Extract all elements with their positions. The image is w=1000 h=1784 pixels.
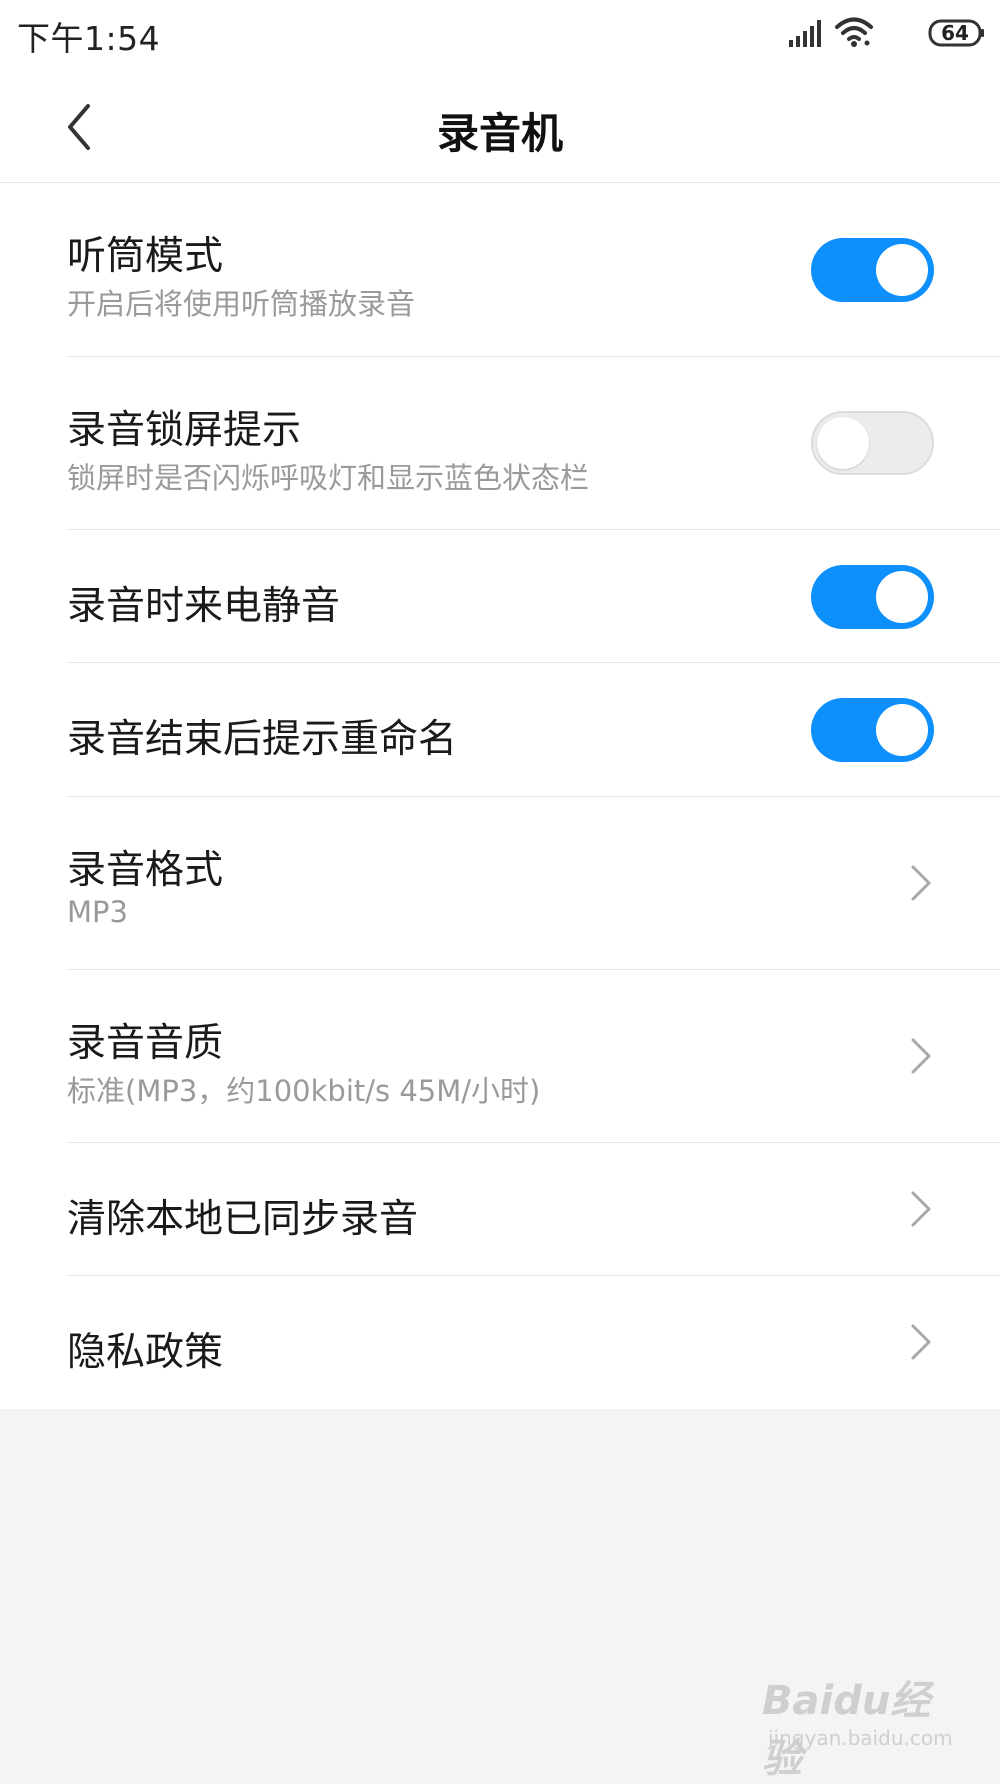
setting-title: 录音格式: [67, 848, 224, 893]
baidu-watermark: Baidu经验 jingyan.baidu.com: [762, 1668, 962, 1782]
toggle-knob: [876, 571, 928, 623]
chevron-right-icon: [911, 1324, 931, 1360]
setting-title: 清除本地已同步录音: [67, 1197, 419, 1242]
rename-prompt-toggle[interactable]: [811, 698, 934, 762]
setting-subtitle: 锁屏时是否闪烁呼吸灯和显示蓝色状态栏: [67, 461, 590, 495]
mute-calls-toggle[interactable]: [811, 565, 934, 629]
toggle-knob: [876, 704, 928, 756]
earpiece-mode-toggle[interactable]: [811, 238, 934, 302]
setting-title: 录音音质: [67, 1021, 224, 1066]
toggle-knob: [876, 244, 928, 296]
setting-rename-prompt[interactable]: 录音结束后提示重命名: [0, 663, 1000, 797]
setting-recording-format[interactable]: 录音格式 MP3: [0, 797, 1000, 970]
battery-icon: 64: [928, 19, 984, 47]
page-title: 录音机: [436, 109, 563, 158]
toggle-knob: [817, 417, 869, 469]
status-bar: 下午1:54 64: [0, 0, 1000, 72]
setting-title: 录音时来电静音: [67, 584, 341, 629]
header-bar: 录音机: [0, 72, 1000, 183]
setting-clear-synced[interactable]: 清除本地已同步录音: [0, 1143, 1000, 1276]
watermark-url: jingyan.baidu.com: [768, 1726, 953, 1750]
setting-lockscreen-hint[interactable]: 录音锁屏提示 锁屏时是否闪烁呼吸灯和显示蓝色状态栏: [0, 357, 1000, 530]
setting-title: 录音结束后提示重命名: [67, 717, 458, 762]
setting-subtitle: 开启后将使用听筒播放录音: [67, 287, 416, 321]
setting-earpiece-mode[interactable]: 听筒模式 开启后将使用听筒播放录音: [0, 183, 1000, 357]
setting-subtitle: 标准(MP3，约100kbit/s 45M/小时): [67, 1074, 541, 1108]
recorder-settings-page: 下午1:54 64 录音机 听筒模式 开启后将使用听筒播放录音 录音锁屏提示 锁…: [0, 0, 1000, 1782]
chevron-right-icon: [911, 1038, 931, 1074]
chevron-right-icon: [911, 865, 931, 901]
setting-mute-calls[interactable]: 录音时来电静音: [0, 530, 1000, 663]
wifi-icon: [835, 17, 873, 47]
signal-icon: [789, 20, 821, 47]
setting-title: 隐私政策: [67, 1330, 224, 1375]
status-time: 下午1:54: [17, 19, 161, 58]
setting-subtitle: MP3: [67, 895, 128, 929]
setting-title: 听筒模式: [67, 234, 224, 279]
chevron-right-icon: [911, 1191, 931, 1227]
setting-title: 录音锁屏提示: [67, 408, 302, 453]
settings-list: 听筒模式 开启后将使用听筒播放录音 录音锁屏提示 锁屏时是否闪烁呼吸灯和显示蓝色…: [0, 183, 1000, 1409]
setting-privacy-policy[interactable]: 隐私政策: [0, 1276, 1000, 1409]
lockscreen-hint-toggle[interactable]: [811, 411, 934, 475]
setting-recording-quality[interactable]: 录音音质 标准(MP3，约100kbit/s 45M/小时): [0, 970, 1000, 1143]
battery-level: 64: [941, 21, 969, 45]
